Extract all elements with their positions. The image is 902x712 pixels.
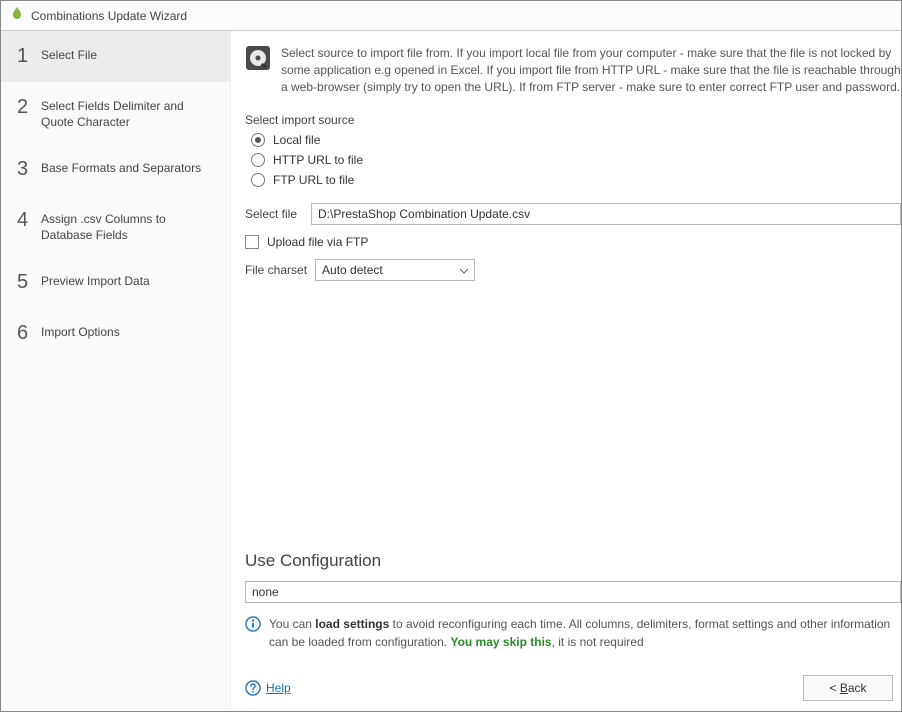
titlebar: Combinations Update Wizard [1,1,901,31]
help-link[interactable]: Help [245,680,291,696]
checkbox-icon [245,235,259,249]
select-file-label: Select file [245,207,303,221]
footer: Help < Back [245,675,901,701]
info-text: Select source to import file from. If yo… [281,45,901,95]
radio-label: HTTP URL to file [273,153,363,167]
step-select-file[interactable]: 1 Select File [1,31,230,82]
radio-icon [251,173,265,187]
step-number: 1 [17,45,41,68]
radio-ftp-url[interactable]: FTP URL to file [251,173,901,187]
steps-sidebar: 1 Select File 2 Select Fields Delimiter … [1,31,231,711]
radio-label: Local file [273,133,320,147]
import-source-label: Select import source [245,113,901,127]
hint-text: You can load settings to avoid reconfigu… [269,615,901,651]
window-title: Combinations Update Wizard [31,9,187,23]
use-configuration-title: Use Configuration [245,551,901,571]
radio-local-file[interactable]: Local file [251,133,901,147]
step-assign-columns[interactable]: 4 Assign .csv Columns to Database Fields [1,195,230,257]
radio-icon [251,153,265,167]
help-icon [245,680,261,696]
step-label: Select Fields Delimiter and Quote Charac… [41,96,218,130]
radio-http-url[interactable]: HTTP URL to file [251,153,901,167]
step-delimiter[interactable]: 2 Select Fields Delimiter and Quote Char… [1,82,230,144]
configuration-hint: You can load settings to avoid reconfigu… [245,615,901,651]
import-source-block: Select import source Local file HTTP URL… [245,113,901,193]
file-path-input[interactable] [311,203,901,225]
chevron-down-icon [460,263,468,277]
step-preview[interactable]: 5 Preview Import Data [1,257,230,308]
step-label: Preview Import Data [41,271,218,290]
dropdown-value: Auto detect [322,263,383,277]
app-icon [9,6,25,25]
step-number: 2 [17,96,41,119]
step-label: Base Formats and Separators [41,158,218,177]
step-number: 5 [17,271,41,294]
charset-label: File charset [245,263,307,277]
wizard-window: Combinations Update Wizard 1 Select File… [0,0,902,712]
radio-label: FTP URL to file [273,173,354,187]
main-panel: Select source to import file from. If yo… [231,31,901,711]
checkbox-label: Upload file via FTP [267,235,368,249]
step-label: Select File [41,45,218,64]
radio-icon [251,133,265,147]
configuration-input[interactable] [245,581,901,603]
step-formats[interactable]: 3 Base Formats and Separators [1,144,230,195]
info-banner: Select source to import file from. If yo… [245,45,901,95]
import-source-radios: Local file HTTP URL to file FTP URL to f… [245,133,901,187]
info-icon [245,616,261,637]
step-number: 4 [17,209,41,232]
select-file-row: Select file [245,203,901,225]
disk-icon [245,45,271,74]
step-number: 6 [17,322,41,345]
step-label: Import Options [41,322,218,341]
step-label: Assign .csv Columns to Database Fields [41,209,218,243]
wizard-body: 1 Select File 2 Select Fields Delimiter … [1,31,901,711]
charset-row: File charset Auto detect [245,259,901,281]
back-button[interactable]: < Back [803,675,893,701]
upload-ftp-checkbox[interactable]: Upload file via FTP [245,235,901,249]
step-number: 3 [17,158,41,181]
step-import-options[interactable]: 6 Import Options [1,308,230,359]
charset-dropdown[interactable]: Auto detect [315,259,475,281]
help-label: Help [266,681,291,695]
